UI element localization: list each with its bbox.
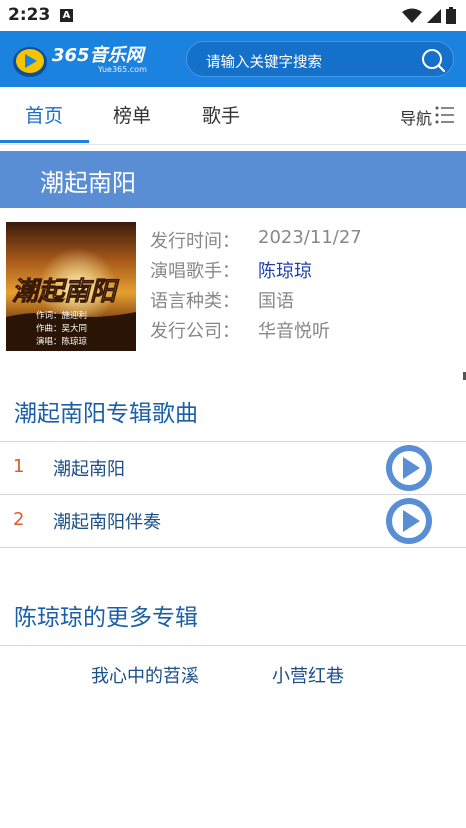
logo-disc-icon xyxy=(13,47,47,77)
more-albums-title: 陈琼琼的更多专辑 xyxy=(14,605,198,631)
nav-tabs: 首页 榜单 歌手 导航 xyxy=(0,87,466,145)
status-icons xyxy=(402,7,456,24)
album-title-bar: 潮起南阳 xyxy=(0,151,466,208)
info-value: 华音悦听 xyxy=(258,321,330,342)
info-singer: 演唱歌手： 陈琼琼 xyxy=(150,257,312,283)
info-label: 演唱歌手： xyxy=(150,261,240,282)
song-row[interactable]: 1 潮起南阳 xyxy=(0,442,466,494)
site-logo[interactable]: 365音乐网 Yue365.com xyxy=(10,40,160,78)
search-input[interactable]: 请输入关键字搜索 xyxy=(206,51,322,72)
info-language: 语言种类： 国语 xyxy=(150,287,294,313)
signal-icon xyxy=(427,8,441,23)
search-box[interactable]: 请输入关键字搜索 xyxy=(186,41,454,77)
status-time: 2:23 xyxy=(8,5,51,25)
status-bar: 2:23 A xyxy=(0,0,466,31)
more-album-link[interactable]: 我心中的苕溪 xyxy=(91,662,199,688)
wifi-icon xyxy=(402,8,422,23)
album-title: 潮起南阳 xyxy=(40,169,136,197)
info-label: 发行时间： xyxy=(150,231,240,252)
album-cover[interactable]: 潮起南阳 作词：施迎利 作曲：吴大同 演唱：陈琼琼 xyxy=(6,222,136,351)
song-row[interactable]: 2 潮起南阳伴奏 xyxy=(0,495,466,547)
logo-subtext: Yue365.com xyxy=(98,65,147,74)
cover-credit: 演唱：陈琼琼 xyxy=(36,336,88,347)
nav-menu-label[interactable]: 导航 xyxy=(400,105,432,129)
search-icon[interactable] xyxy=(420,47,446,73)
tab-active-indicator xyxy=(0,140,89,143)
info-value: 国语 xyxy=(258,291,294,312)
info-publisher: 发行公司： 华音悦听 xyxy=(150,317,330,343)
notification-badge: A xyxy=(60,9,73,22)
tab-charts[interactable]: 榜单 xyxy=(113,101,151,128)
play-icon[interactable] xyxy=(386,445,432,491)
cover-credit: 作曲：吴大同 xyxy=(36,323,87,334)
logo-text: 365音乐网 xyxy=(52,45,144,66)
song-name[interactable]: 潮起南阳伴奏 xyxy=(53,508,161,534)
singer-link[interactable]: 陈琼琼 xyxy=(258,257,312,283)
divider xyxy=(0,645,466,646)
song-name[interactable]: 潮起南阳 xyxy=(53,455,125,481)
info-release-date: 发行时间： 2023/11/27 xyxy=(150,227,362,253)
app-header: 365音乐网 Yue365.com 请输入关键字搜索 xyxy=(0,31,466,87)
song-number: 2 xyxy=(13,509,25,530)
cover-credit: 作词：施迎利 xyxy=(36,310,87,321)
info-value: 2023/11/27 xyxy=(258,227,362,248)
list-menu-icon[interactable] xyxy=(434,105,454,125)
album-cover-art: 潮起南阳 作词：施迎利 作曲：吴大同 演唱：陈琼琼 xyxy=(6,222,136,351)
play-icon[interactable] xyxy=(386,498,432,544)
song-number: 1 xyxy=(13,456,25,477)
info-label: 发行公司： xyxy=(150,321,240,342)
more-album-link[interactable]: 小营红巷 xyxy=(272,662,344,688)
info-label: 语言种类： xyxy=(150,291,240,312)
cover-title: 潮起南阳 xyxy=(12,277,120,307)
tab-home[interactable]: 首页 xyxy=(25,101,63,128)
songs-section-title: 潮起南阳专辑歌曲 xyxy=(14,401,198,427)
tab-singers[interactable]: 歌手 xyxy=(202,101,240,128)
divider xyxy=(0,547,466,548)
battery-icon xyxy=(446,7,456,24)
